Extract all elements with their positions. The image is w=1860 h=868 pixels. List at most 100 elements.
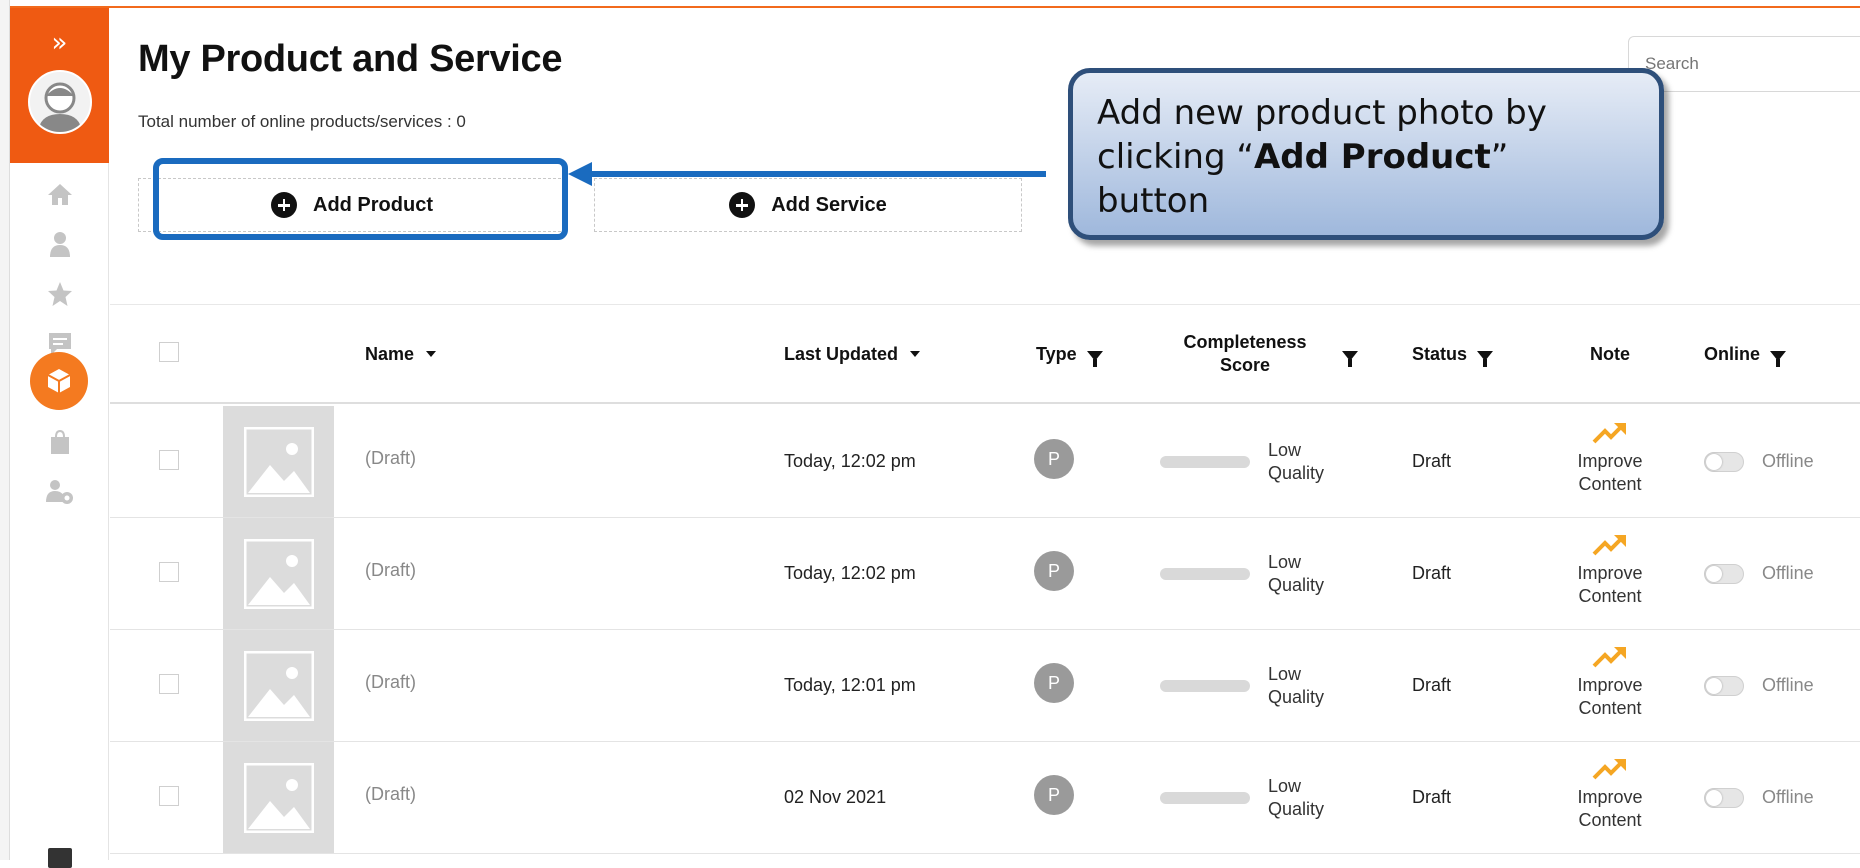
column-status-label: Status — [1412, 343, 1468, 364]
product-name[interactable]: (Draft) — [365, 672, 416, 693]
status-text: Draft — [1412, 787, 1452, 807]
sort-caret-icon — [426, 351, 437, 357]
tutorial-arrow-line — [590, 171, 1046, 177]
filter-icon — [1477, 351, 1494, 367]
table-row[interactable]: (Draft) 02 Nov 2021 P Low Quality Draft Improv… — [110, 742, 1860, 854]
image-placeholder-icon — [243, 650, 314, 721]
quality-label: Low Quality — [1268, 552, 1325, 595]
completeness-filter[interactable] — [1342, 305, 1358, 403]
expand-sidebar-button[interactable]: » — [10, 30, 109, 56]
image-placeholder-icon — [243, 426, 314, 497]
column-completeness-label: Completeness Score — [1183, 332, 1307, 375]
type-badge: P — [1034, 775, 1074, 815]
user-settings-icon — [45, 480, 73, 504]
sidebar-item-favorites[interactable] — [10, 274, 109, 314]
column-header-status[interactable]: Status — [1412, 305, 1494, 403]
row-checkbox[interactable] — [159, 786, 179, 806]
sort-caret-icon — [910, 351, 921, 357]
product-name[interactable]: (Draft) — [365, 560, 416, 581]
last-updated: Today, 12:02 pm — [784, 451, 916, 471]
column-name-label: Name — [365, 343, 415, 364]
select-all-checkbox[interactable] — [159, 342, 179, 362]
callout-line-1: Add new product photo by — [1097, 93, 1547, 133]
tutorial-highlight-box — [153, 158, 568, 240]
improve-content-link[interactable]: Improve Content — [1550, 420, 1670, 496]
last-updated: Today, 12:02 pm — [784, 563, 916, 583]
sidebar-item-settings[interactable] — [10, 472, 109, 512]
star-icon — [47, 282, 72, 306]
column-header-completeness: Completeness Score — [1170, 305, 1320, 403]
product-thumbnail — [223, 518, 334, 629]
product-table: Name Last Updated Type Completeness Score… — [110, 304, 1860, 860]
online-status-text: Offline — [1762, 563, 1814, 583]
row-checkbox[interactable] — [159, 674, 179, 694]
sidebar-item-home[interactable] — [10, 174, 109, 214]
type-badge: P — [1034, 439, 1074, 479]
product-box-icon — [47, 369, 71, 393]
sidebar-item-profile[interactable] — [10, 224, 109, 264]
online-status-text: Offline — [1762, 787, 1814, 807]
improve-content-link[interactable]: Improve Content — [1550, 756, 1670, 832]
column-type-label: Type — [1036, 343, 1077, 364]
column-note-label: Note — [1590, 343, 1630, 364]
callout-line-3: button — [1097, 181, 1210, 221]
filter-icon — [1342, 351, 1358, 367]
last-updated: 02 Nov 2021 — [784, 787, 887, 807]
callout-line-2: clicking “Add Product” — [1097, 135, 1635, 179]
column-header-online[interactable]: Online — [1704, 305, 1787, 403]
completeness-bar — [1160, 568, 1250, 580]
trending-up-icon — [1592, 423, 1626, 444]
row-checkbox[interactable] — [159, 562, 179, 582]
sidebar-item-products[interactable] — [30, 352, 88, 410]
app-frame: » My Product and Service Total number of… — [0, 0, 1860, 868]
product-thumbnail — [223, 406, 334, 517]
status-text: Draft — [1412, 675, 1452, 695]
plus-circle-icon — [729, 192, 756, 218]
online-toggle[interactable] — [1704, 788, 1744, 808]
callout-line-2-post: ” — [1490, 137, 1509, 177]
column-header-last-updated[interactable]: Last Updated — [784, 305, 921, 403]
product-name[interactable]: (Draft) — [365, 784, 416, 805]
trending-up-icon — [1592, 647, 1626, 668]
table-row[interactable]: (Draft) Today, 12:02 pm P Low Quality Draft Im… — [110, 518, 1860, 630]
column-online-label: Online — [1704, 343, 1761, 364]
column-header-note: Note — [1550, 305, 1670, 403]
quality-label: Low Quality — [1268, 664, 1325, 707]
avatar[interactable] — [28, 70, 92, 134]
completeness-bar — [1160, 456, 1250, 468]
online-toggle[interactable] — [1704, 452, 1744, 472]
table-row[interactable]: (Draft) Today, 12:01 pm P Low Quality Draft Im… — [110, 630, 1860, 742]
table-row[interactable]: (Draft) Today, 12:02 pm P Low Quality Draft Im… — [110, 406, 1860, 518]
quality-label: Low Quality — [1268, 440, 1325, 483]
online-toggle[interactable] — [1704, 676, 1744, 696]
avatar-icon — [38, 82, 82, 132]
status-text: Draft — [1412, 451, 1452, 471]
product-thumbnail — [223, 630, 334, 741]
trending-up-icon — [1592, 759, 1626, 780]
product-name[interactable]: (Draft) — [365, 448, 416, 469]
add-service-button[interactable]: Add Service — [594, 178, 1022, 232]
online-status-text: Offline — [1762, 675, 1814, 695]
table-header: Name Last Updated Type Completeness Score… — [110, 304, 1860, 404]
improve-content-link[interactable]: Improve Content — [1550, 644, 1670, 720]
top-accent-line — [10, 6, 1860, 8]
tutorial-arrow-head — [568, 162, 592, 186]
product-thumbnail — [223, 742, 334, 853]
type-badge: P — [1034, 663, 1074, 703]
sidebar-item-orders[interactable] — [10, 422, 109, 462]
shopping-bag-icon — [50, 429, 69, 454]
status-text: Draft — [1412, 563, 1452, 583]
column-header-name[interactable]: Name — [365, 305, 437, 403]
column-last-updated-label: Last Updated — [784, 343, 899, 364]
improve-content-link[interactable]: Improve Content — [1550, 532, 1670, 608]
row-checkbox[interactable] — [159, 450, 179, 470]
tutorial-callout: Add new product photo by clicking “Add P… — [1068, 68, 1664, 240]
user-icon — [49, 232, 70, 257]
last-updated: Today, 12:01 pm — [784, 675, 916, 695]
page-title: My Product and Service — [138, 38, 563, 80]
completeness-bar — [1160, 680, 1250, 692]
info-icon[interactable] — [48, 848, 72, 868]
online-toggle[interactable] — [1704, 564, 1744, 584]
column-header-type[interactable]: Type — [1036, 305, 1103, 403]
callout-line-2-pre: clicking “ — [1097, 137, 1254, 177]
